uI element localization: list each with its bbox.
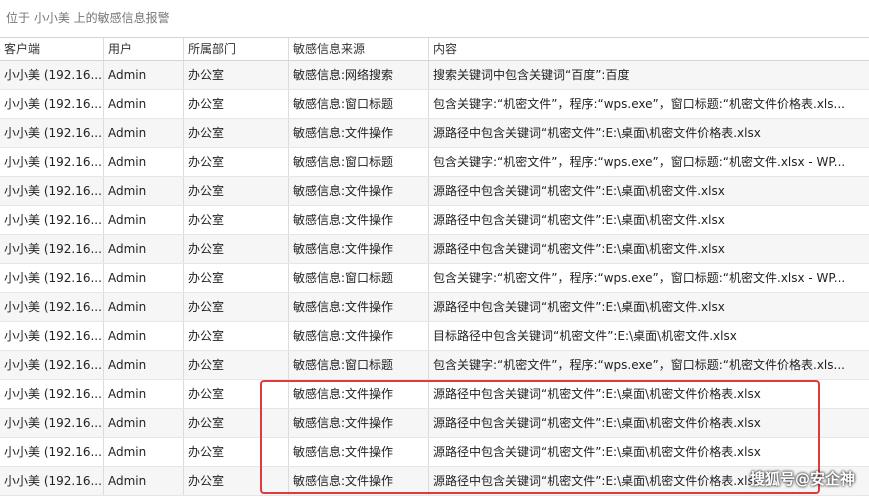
cell-source: 敏感信息:文件操作: [289, 380, 429, 408]
cell-content: 包含关键字:“机密文件”，程序:“wps.exe”，窗口标题:“机密文件.xls…: [433, 271, 846, 285]
cell-client: 小小美 (192.16...: [0, 438, 104, 466]
cell-user: Admin: [104, 177, 184, 205]
cell-client: 小小美 (192.16...: [0, 380, 104, 408]
cell-content: 包含关键字:“机密文件”，程序:“wps.exe”，窗口标题:“机密文件价格表.…: [433, 358, 845, 372]
cell-content: 源路径中包含关键词“机密文件”:E:\桌面\机密文件价格表.xlsx: [433, 387, 761, 401]
table-row[interactable]: 小小美 (192.16... Admin 办公室 敏感信息:文件操作 源路径中包含关键词…: [0, 119, 869, 148]
cell-source: 敏感信息:文件操作: [289, 438, 429, 466]
table-row[interactable]: 小小美 (192.16... Admin 办公室 敏感信息:窗口标题 包含关键字:“机密…: [0, 90, 869, 119]
cell-user: Admin: [104, 351, 184, 379]
cell-department: 办公室: [184, 177, 289, 205]
cell-source: 敏感信息:文件操作: [289, 322, 429, 350]
table-row[interactable]: 小小美 (192.16... Admin 办公室 敏感信息:文件操作 源路径中包含关键词…: [0, 177, 869, 206]
cell-department: 办公室: [184, 61, 289, 89]
cell-client: 小小美 (192.16...: [0, 409, 104, 437]
cell-user: Admin: [104, 61, 184, 89]
table-row[interactable]: 小小美 (192.16... Admin 办公室 敏感信息:文件操作 源路径中包含关键词…: [0, 409, 869, 438]
cell-content: 源路径中包含关键词“机密文件”:E:\桌面\机密文件.xlsx: [433, 213, 725, 227]
cell-source: 敏感信息:窗口标题: [289, 264, 429, 292]
table-row[interactable]: 小小美 (192.16... Admin 办公室 敏感信息:文件操作 源路径中包含关键词…: [0, 206, 869, 235]
cell-department: 办公室: [184, 409, 289, 437]
table-row[interactable]: 小小美 (192.16... Admin 办公室 敏感信息:文件操作 源路径中包含关键词…: [0, 438, 869, 467]
cell-user: Admin: [104, 206, 184, 234]
cell-department: 办公室: [184, 293, 289, 321]
cell-content: 源路径中包含关键词“机密文件”:E:\桌面\机密文件.xlsx: [433, 184, 725, 198]
cell-client: 小小美 (192.16...: [0, 351, 104, 379]
cell-source: 敏感信息:文件操作: [289, 177, 429, 205]
cell-source: 敏感信息:文件操作: [289, 293, 429, 321]
cell-client: 小小美 (192.16...: [0, 177, 104, 205]
cell-content: 源路径中包含关键词“机密文件”:E:\桌面\机密文件价格表.xlsx: [433, 445, 761, 459]
cell-department: 办公室: [184, 235, 289, 263]
cell-content: 源路径中包含关键词“机密文件”:E:\桌面\机密文件价格表.xlsx: [433, 126, 761, 140]
table-row[interactable]: 小小美 (192.16... Admin 办公室 敏感信息:文件操作 源路径中包含关键词…: [0, 293, 869, 322]
cell-department: 办公室: [184, 206, 289, 234]
cell-source: 敏感信息:文件操作: [289, 409, 429, 437]
cell-user: Admin: [104, 90, 184, 118]
cell-client: 小小美 (192.16...: [0, 206, 104, 234]
table-row[interactable]: 小小美 (192.16... Admin 办公室 敏感信息:网络搜索 搜索关键词中包含关…: [0, 61, 869, 90]
cell-department: 办公室: [184, 148, 289, 176]
cell-user: Admin: [104, 409, 184, 437]
table-row[interactable]: 小小美 (192.16... Admin 办公室 敏感信息:文件操作 源路径中包含关键词…: [0, 380, 869, 409]
cell-client: 小小美 (192.16...: [0, 467, 104, 495]
cell-content: 源路径中包含关键词“机密文件”:E:\桌面\机密文件价格表.xlsx: [433, 416, 761, 430]
table-row[interactable]: 小小美 (192.16... Admin 办公室 敏感信息:窗口标题 包含关键字:“机密…: [0, 264, 869, 293]
cell-department: 办公室: [184, 322, 289, 350]
cell-content: 搜索关键词中包含关键词“百度”:百度: [433, 68, 630, 82]
cell-client: 小小美 (192.16...: [0, 264, 104, 292]
cell-source: 敏感信息:文件操作: [289, 235, 429, 263]
cell-source: 敏感信息:文件操作: [289, 119, 429, 147]
table-row[interactable]: 小小美 (192.16... Admin 办公室 敏感信息:窗口标题 包含关键字:“机密…: [0, 148, 869, 177]
cell-source: 敏感信息:窗口标题: [289, 90, 429, 118]
cell-department: 办公室: [184, 90, 289, 118]
cell-source: 敏感信息:文件操作: [289, 467, 429, 495]
table-row[interactable]: 小小美 (192.16... Admin 办公室 敏感信息:文件操作 源路径中包含关键词…: [0, 235, 869, 264]
cell-department: 办公室: [184, 264, 289, 292]
cell-source: 敏感信息:窗口标题: [289, 148, 429, 176]
cell-user: Admin: [104, 322, 184, 350]
cell-user: Admin: [104, 148, 184, 176]
alert-table: 客户端 用户 所属部门 敏感信息来源 内容 小小美 (192.16... Admi…: [0, 37, 869, 496]
column-header-client[interactable]: 客户端: [0, 38, 104, 60]
table-row[interactable]: 小小美 (192.16... Admin 办公室 敏感信息:窗口标题 包含关键字:“机密…: [0, 351, 869, 380]
cell-content: 源路径中包含关键词“机密文件”:E:\桌面\机密文件.xlsx: [433, 242, 725, 256]
cell-user: Admin: [104, 380, 184, 408]
cell-client: 小小美 (192.16...: [0, 119, 104, 147]
cell-department: 办公室: [184, 119, 289, 147]
cell-source: 敏感信息:窗口标题: [289, 351, 429, 379]
cell-client: 小小美 (192.16...: [0, 148, 104, 176]
table-row[interactable]: 小小美 (192.16... Admin 办公室 敏感信息:文件操作 源路径中包含关键词…: [0, 467, 869, 496]
column-header-source[interactable]: 敏感信息来源: [289, 38, 429, 60]
cell-content: 包含关键字:“机密文件”，程序:“wps.exe”，窗口标题:“机密文件价格表.…: [433, 97, 845, 111]
table-row[interactable]: 小小美 (192.16... Admin 办公室 敏感信息:文件操作 目标路径中包含关键…: [0, 322, 869, 351]
cell-client: 小小美 (192.16...: [0, 61, 104, 89]
cell-content: 源路径中包含关键词“机密文件”:E:\桌面\机密文件.xlsx: [433, 300, 725, 314]
table-header: 客户端 用户 所属部门 敏感信息来源 内容: [0, 37, 869, 61]
cell-user: Admin: [104, 467, 184, 495]
cell-content: 包含关键字:“机密文件”，程序:“wps.exe”，窗口标题:“机密文件.xls…: [433, 155, 846, 169]
cell-client: 小小美 (192.16...: [0, 90, 104, 118]
cell-client: 小小美 (192.16...: [0, 235, 104, 263]
cell-department: 办公室: [184, 438, 289, 466]
cell-source: 敏感信息:文件操作: [289, 206, 429, 234]
cell-user: Admin: [104, 293, 184, 321]
cell-client: 小小美 (192.16...: [0, 293, 104, 321]
cell-user: Admin: [104, 235, 184, 263]
cell-department: 办公室: [184, 467, 289, 495]
cell-user: Admin: [104, 119, 184, 147]
page-title: 位于 小小美 上的敏感信息报警: [6, 11, 170, 25]
column-header-user[interactable]: 用户: [104, 38, 184, 60]
column-header-department[interactable]: 所属部门: [184, 38, 289, 60]
cell-user: Admin: [104, 264, 184, 292]
cell-department: 办公室: [184, 380, 289, 408]
watermark: 搜狐号@安企神: [749, 470, 855, 488]
cell-department: 办公室: [184, 351, 289, 379]
column-header-content[interactable]: 内容: [429, 38, 869, 60]
cell-source: 敏感信息:网络搜索: [289, 61, 429, 89]
cell-user: Admin: [104, 438, 184, 466]
cell-client: 小小美 (192.16...: [0, 322, 104, 350]
cell-content: 目标路径中包含关键词“机密文件”:E:\桌面\机密文件.xlsx: [433, 329, 737, 343]
table-body: 小小美 (192.16... Admin 办公室 敏感信息:网络搜索 搜索关键词中包含关…: [0, 61, 869, 496]
